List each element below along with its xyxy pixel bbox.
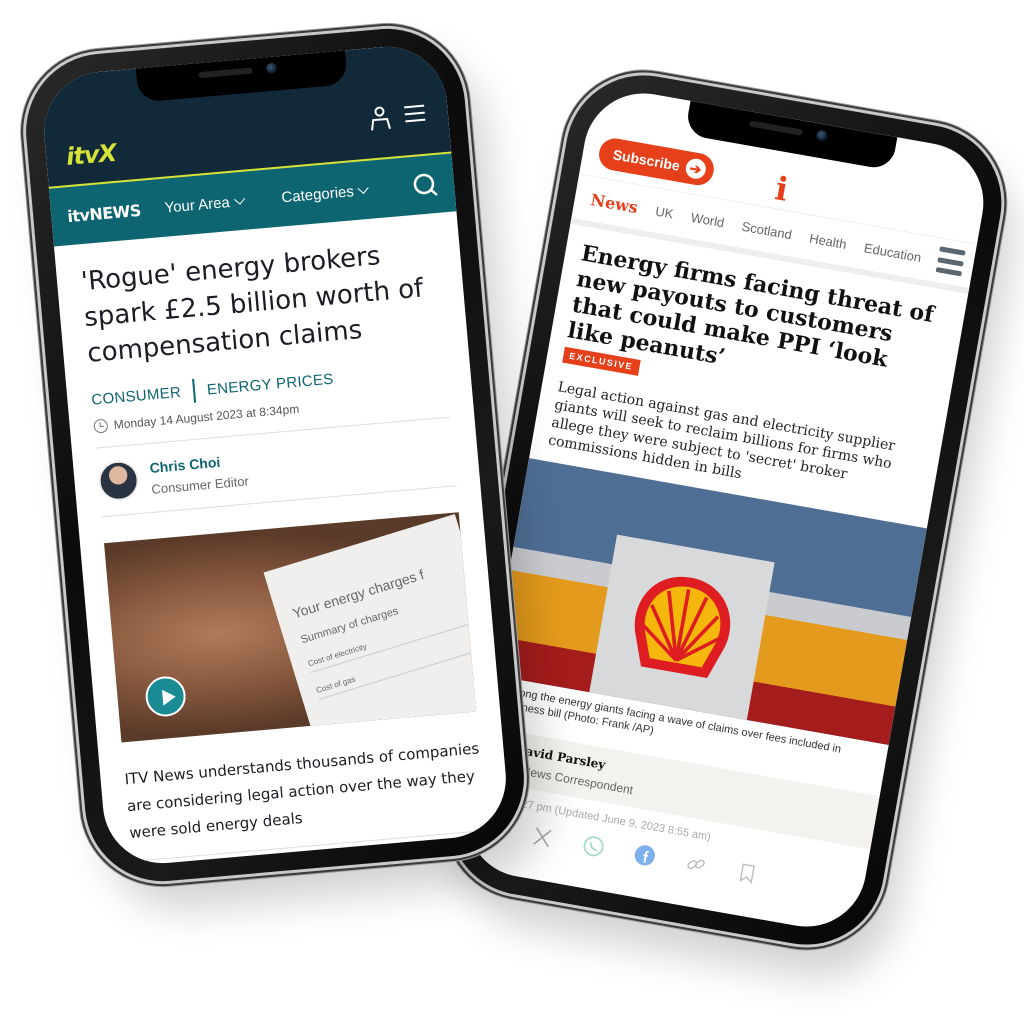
phone-itv-news: itvX itvNEWS Your Area Categories 'Rogue… xyxy=(19,22,531,888)
video-thumbnail-bill: Your energy charges f Summary of charges… xyxy=(263,514,477,743)
article-video[interactable]: Your energy charges f Summary of charges… xyxy=(104,512,477,743)
itv-news-screen: itvX itvNEWS Your Area Categories 'Rogue… xyxy=(39,41,511,869)
nav-your-area-label: Your Area xyxy=(163,193,231,217)
chevron-down-icon xyxy=(357,182,370,194)
itv-news-logo[interactable]: itvNEWS xyxy=(67,200,142,225)
camera-icon xyxy=(265,62,278,75)
nav-your-area[interactable]: Your Area xyxy=(163,192,246,217)
author-avatar xyxy=(96,459,141,503)
facebook-icon[interactable] xyxy=(632,843,657,868)
nav-item-scotland[interactable]: Scotland xyxy=(741,218,793,242)
nav-item-news[interactable]: News xyxy=(589,190,639,217)
nav-categories-label: Categories xyxy=(280,182,355,206)
account-icon[interactable] xyxy=(367,105,393,133)
subscribe-label: Subscribe xyxy=(611,146,682,174)
nav-item-education[interactable]: Education xyxy=(863,240,923,265)
phone-i-news: Subscribe ➔ i News UK World Scotland Hea… xyxy=(436,63,1014,957)
itvx-logo[interactable]: itvX xyxy=(65,139,117,171)
arrow-right-icon: ➔ xyxy=(683,157,708,181)
tag-consumer[interactable]: CONSUMER xyxy=(91,383,182,408)
author-role: Consumer Editor xyxy=(150,472,250,497)
article-summary: ITV News understands thousands of compan… xyxy=(123,735,487,863)
tag-divider xyxy=(191,378,197,403)
i-logo[interactable]: i xyxy=(772,169,791,209)
link-icon[interactable] xyxy=(683,852,708,877)
camera-icon xyxy=(815,129,829,143)
clock-icon xyxy=(93,418,109,434)
hamburger-menu-icon[interactable] xyxy=(403,104,426,124)
itv-article: 'Rogue' energy brokers spark £2.5 billio… xyxy=(54,211,511,868)
nav-item-uk[interactable]: UK xyxy=(654,203,674,221)
whatsapp-icon[interactable] xyxy=(581,834,606,859)
i-article: Energy firms facing threat of new payout… xyxy=(460,224,968,919)
nav-item-health[interactable]: Health xyxy=(808,230,848,251)
hamburger-menu-icon[interactable] xyxy=(933,245,966,277)
search-icon[interactable] xyxy=(411,171,439,199)
shell-logo-icon xyxy=(634,576,731,679)
tag-energy-prices[interactable]: ENERGY PRICES xyxy=(206,370,334,398)
nav-item-world[interactable]: World xyxy=(690,209,726,230)
nav-categories[interactable]: Categories xyxy=(280,181,370,206)
bookmark-icon[interactable] xyxy=(734,861,759,886)
article-headline: 'Rogue' energy brokers spark £2.5 billio… xyxy=(79,241,425,369)
x-icon[interactable] xyxy=(530,825,555,850)
chevron-down-icon xyxy=(233,193,246,205)
author-name[interactable]: Chris Choi xyxy=(149,451,248,475)
i-news-screen: Subscribe ➔ i News UK World Scotland Hea… xyxy=(457,83,993,937)
play-icon[interactable] xyxy=(143,674,188,719)
